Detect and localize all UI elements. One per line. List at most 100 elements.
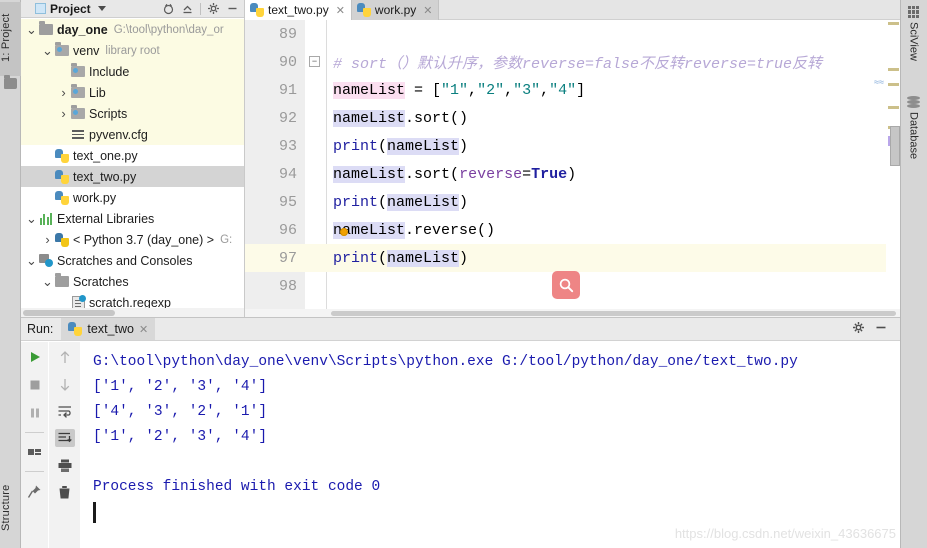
print-icon[interactable] xyxy=(55,456,75,474)
code-content[interactable]: 89 90 − # sort（）默认升序，参数reverse=false不反转reve… xyxy=(245,20,900,300)
code-text: nameList.reverse() xyxy=(333,221,496,239)
chevron-down-icon[interactable]: ⌄ xyxy=(41,43,54,59)
hide-icon[interactable] xyxy=(224,1,241,17)
search-floating-button[interactable] xyxy=(552,271,580,299)
collapse-all-icon[interactable] xyxy=(179,1,196,17)
code-line[interactable]: 89 xyxy=(245,20,900,48)
tree-item-label: Scratches and Consoles xyxy=(57,253,193,268)
code-line[interactable]: 95 print(nameList) xyxy=(245,188,900,216)
chevron-down-icon[interactable]: ⌄ xyxy=(25,22,38,38)
tree-item[interactable]: text_two.py xyxy=(21,166,245,187)
clear-all-icon[interactable] xyxy=(55,483,75,501)
code-token: sort xyxy=(414,165,451,183)
tree-item[interactable]: ⌄ External Libraries xyxy=(21,208,245,229)
code-line[interactable]: 94 nameList.sort(reverse=True) xyxy=(245,160,900,188)
folder-lib-icon xyxy=(70,63,86,77)
tree-item[interactable]: › < Python 3.7 (day_one) > G: xyxy=(21,229,245,250)
editor-tab[interactable]: text_two.py ✕ xyxy=(245,0,352,20)
chevron-right-icon[interactable]: › xyxy=(57,106,70,121)
chevron-right-icon[interactable]: › xyxy=(57,85,70,100)
tree-item-label: venv xyxy=(73,43,100,58)
sidebar-item-sciview[interactable]: SciView xyxy=(900,2,927,61)
rerun-icon[interactable] xyxy=(25,348,45,366)
close-icon[interactable]: ✕ xyxy=(336,4,345,17)
project-tree[interactable]: ⌄ day_one G:\tool\python\day_or ⌄ venv librar… xyxy=(21,19,245,308)
run-label: Run: xyxy=(27,322,54,336)
sidebar-item-structure[interactable]: Structure xyxy=(0,468,21,548)
close-icon[interactable]: ✕ xyxy=(423,4,432,17)
chevron-down-icon[interactable]: ⌄ xyxy=(25,253,38,269)
sidebar-item-project[interactable]: 1: Project xyxy=(0,2,21,76)
code-token: nameList xyxy=(387,137,460,155)
code-token: ( xyxy=(378,137,388,155)
project-icon xyxy=(4,75,17,89)
tree-item[interactable]: pyvenv.cfg xyxy=(21,124,245,145)
grid-icon xyxy=(907,6,920,18)
code-text: nameList.sort(reverse=True) xyxy=(333,165,576,183)
gear-icon[interactable] xyxy=(205,1,222,17)
code-line[interactable]: 97 print(nameList) xyxy=(245,244,900,272)
python-file-icon xyxy=(68,322,83,336)
run-tab-text-two[interactable]: text_two ✕ xyxy=(61,318,156,340)
restore-layout-icon[interactable] xyxy=(25,443,45,461)
python-file-icon xyxy=(54,148,70,163)
code-line[interactable]: 91 nameList = ["1","2","3","4"] xyxy=(245,76,900,104)
folder-lib-icon xyxy=(54,42,70,56)
run-tab-label: text_two xyxy=(87,322,134,336)
editor-vertical-scrollbar[interactable] xyxy=(890,126,900,166)
console-line: ['1', '2', '3', '4'] xyxy=(93,429,268,445)
tree-item-label: Include xyxy=(89,64,130,79)
tree-item[interactable]: › Lib xyxy=(21,82,245,103)
tree-item[interactable]: ⌄ venv library root xyxy=(21,40,245,61)
line-number: 96 xyxy=(278,221,297,239)
pin-tab-icon[interactable] xyxy=(25,482,45,500)
tree-item[interactable]: scratch.regexp xyxy=(21,292,245,308)
tree-item[interactable]: ⌄ Scratches and Consoles xyxy=(21,250,245,271)
code-token: ) xyxy=(459,137,469,155)
chevron-down-icon[interactable] xyxy=(97,6,106,11)
stop-icon[interactable] xyxy=(25,376,45,394)
tree-item-label: Lib xyxy=(89,85,106,100)
tree-item[interactable]: text_one.py xyxy=(21,145,245,166)
toolbar-divider xyxy=(25,432,44,433)
tree-item[interactable]: Include xyxy=(21,61,245,82)
code-editor[interactable]: 89 90 − # sort（）默认升序，参数reverse=false不反转reve… xyxy=(245,20,900,318)
soft-wrap-icon[interactable] xyxy=(55,402,75,420)
tree-item[interactable]: ⌄ Scratches xyxy=(21,271,245,292)
console-output[interactable]: G:\tool\python\day_one\venv\Scripts\pyth… xyxy=(81,342,900,548)
editor-marker-bar[interactable]: ≈≈ xyxy=(874,22,900,318)
code-line[interactable]: 93 print(nameList) xyxy=(245,132,900,160)
gear-icon[interactable] xyxy=(852,321,865,337)
code-text: nameList = ["1","2","3","4"] xyxy=(333,81,585,99)
chevron-right-icon[interactable]: › xyxy=(41,232,54,247)
python-file-icon xyxy=(250,3,264,17)
code-line[interactable]: 92 nameList.sort() xyxy=(245,104,900,132)
code-token: ( xyxy=(378,193,388,211)
python-interpreter-icon xyxy=(54,232,70,247)
close-icon[interactable]: ✕ xyxy=(139,323,148,336)
folder-icon xyxy=(54,273,70,287)
fold-toggle-icon[interactable]: − xyxy=(309,56,320,67)
locate-icon[interactable] xyxy=(160,1,177,17)
scroll-to-end-icon[interactable] xyxy=(54,429,75,447)
page-title: Project xyxy=(50,1,91,16)
tree-item[interactable]: ⌄ day_one G:\tool\python\day_or xyxy=(21,19,245,40)
pycharm-window: 1: Project Structure Project ⌄ day_one G… xyxy=(0,0,927,548)
up-arrow-icon[interactable] xyxy=(55,348,75,366)
tree-item[interactable]: › Scripts xyxy=(21,103,245,124)
run-header-toolbar xyxy=(852,318,900,340)
code-token: () xyxy=(477,221,496,239)
tree-item[interactable]: work.py xyxy=(21,187,245,208)
line-number: 92 xyxy=(278,109,297,127)
chevron-down-icon[interactable]: ⌄ xyxy=(25,211,38,227)
pause-icon[interactable] xyxy=(25,404,45,422)
editor-tab[interactable]: work.py ✕ xyxy=(351,0,440,20)
hide-icon[interactable] xyxy=(874,321,888,337)
down-arrow-icon[interactable] xyxy=(55,375,75,393)
chevron-down-icon[interactable]: ⌄ xyxy=(41,274,54,290)
code-token: , xyxy=(504,81,514,99)
sidebar-item-database[interactable]: Database xyxy=(900,92,927,159)
code-line[interactable]: 90 − # sort（）默认升序，参数reverse=false不反转revers… xyxy=(245,48,900,76)
line-number: 89 xyxy=(278,25,297,43)
project-title-group[interactable]: Project xyxy=(23,2,106,16)
